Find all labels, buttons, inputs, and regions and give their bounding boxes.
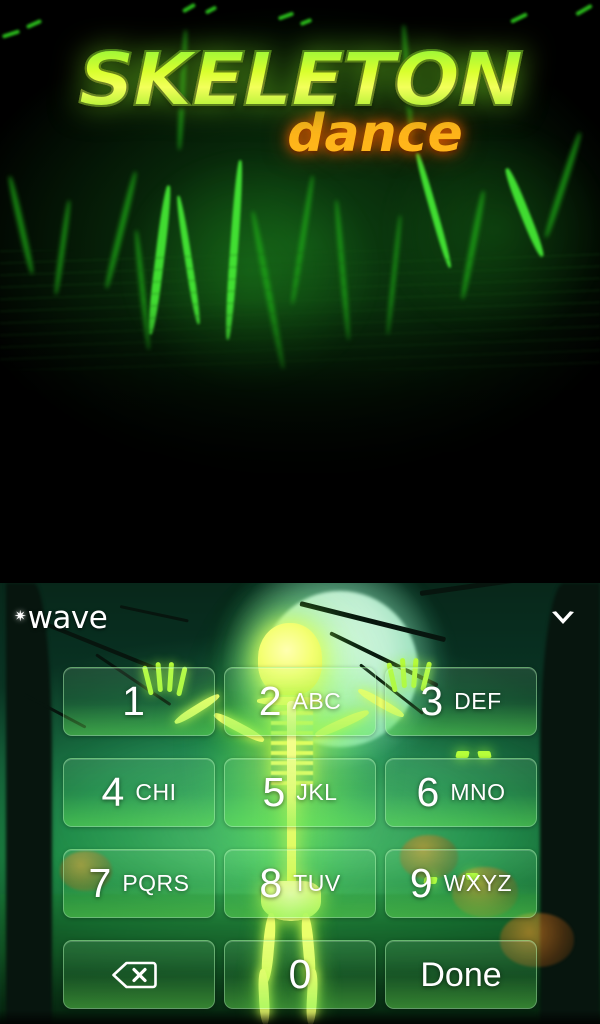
- brand-logo: ✷ wave: [14, 600, 108, 636]
- key-4[interactable]: 4 CHI: [63, 758, 215, 827]
- key-digit: 9: [409, 860, 433, 906]
- key-7[interactable]: 7 PQRS: [63, 849, 215, 918]
- key-digit: 8: [259, 860, 283, 906]
- keypad-bottom-fade: [0, 1010, 600, 1024]
- app-root: SKELETON dance: [0, 0, 600, 1024]
- chevron-down-icon[interactable]: [548, 603, 578, 633]
- key-digit: 1: [122, 678, 145, 724]
- key-digit: 7: [88, 860, 112, 906]
- key-5[interactable]: 5 JKL: [224, 758, 376, 827]
- brand-name: wave: [27, 600, 108, 636]
- key-letters: TUV: [293, 870, 341, 896]
- preview-bottom-fade: [0, 300, 600, 583]
- key-digit: 0: [288, 951, 312, 997]
- key-letters: MNO: [450, 779, 506, 805]
- key-letters: PQRS: [122, 870, 190, 896]
- key-8[interactable]: 8 TUV: [224, 849, 376, 918]
- key-digit: 2: [258, 678, 282, 724]
- key-1[interactable]: 1: [63, 667, 215, 736]
- key-letters: ABC: [292, 688, 342, 714]
- key-digit: 6: [416, 769, 440, 815]
- key-6[interactable]: 6 MNO: [385, 758, 537, 827]
- key-letters: DEF: [454, 688, 502, 714]
- key-backspace[interactable]: [63, 940, 215, 1009]
- key-letters: JKL: [296, 779, 338, 805]
- key-letters: WXYZ: [443, 870, 513, 896]
- theme-preview-panel: SKELETON dance: [0, 0, 600, 583]
- dialer-keypad-panel: ✷ wave 1 2 ABC 3 DEF 4 CHI 5 JKL 6 MNO 7…: [0, 583, 600, 1024]
- key-3[interactable]: 3 DEF: [385, 667, 537, 736]
- keypad-grid: 1 2 ABC 3 DEF 4 CHI 5 JKL 6 MNO 7 PQRS 8…: [63, 667, 537, 1009]
- key-digit: 3: [420, 678, 444, 724]
- key-done[interactable]: Done: [385, 940, 537, 1009]
- done-label: Done: [420, 955, 502, 994]
- sparkle-icon: ✷: [14, 608, 27, 625]
- key-0[interactable]: 0: [224, 940, 376, 1009]
- keypad-header: ✷ wave: [0, 583, 600, 653]
- key-letters: CHI: [135, 779, 177, 805]
- backspace-icon: [111, 960, 157, 990]
- key-9[interactable]: 9 WXYZ: [385, 849, 537, 918]
- key-2[interactable]: 2 ABC: [224, 667, 376, 736]
- key-digit: 5: [262, 769, 286, 815]
- key-digit: 4: [101, 769, 125, 815]
